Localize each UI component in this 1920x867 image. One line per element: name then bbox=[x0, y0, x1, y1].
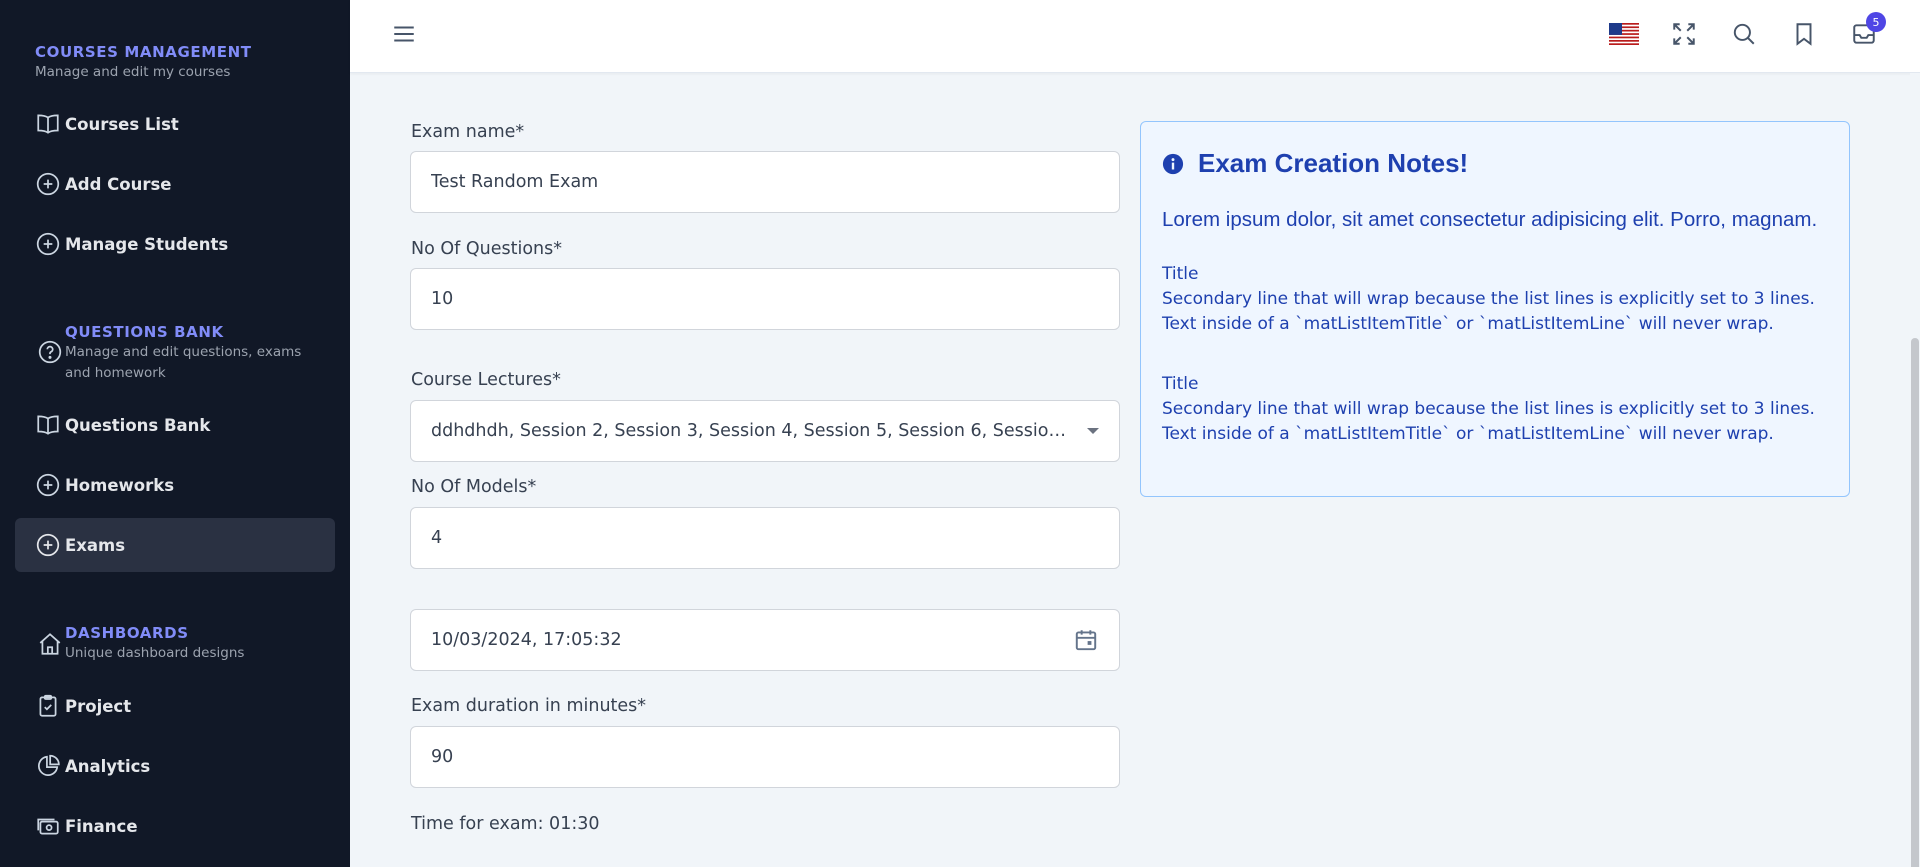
exam-duration-field[interactable] bbox=[410, 726, 1120, 788]
notes-header: Exam Creation Notes! bbox=[1162, 148, 1468, 179]
search-button[interactable] bbox=[1726, 18, 1762, 54]
top-bar: 5 bbox=[350, 0, 1920, 73]
no-of-questions-field[interactable] bbox=[410, 268, 1120, 330]
sidebar-item-label: Manage Students bbox=[65, 234, 229, 254]
list-item: Title Secondary line that will wrap beca… bbox=[1162, 372, 1815, 447]
no-of-models-input[interactable] bbox=[431, 528, 1099, 548]
sidebar-item-label: Add Course bbox=[65, 174, 172, 194]
clipboard-check-icon bbox=[35, 693, 61, 719]
group-title: COURSES MANAGEMENT bbox=[35, 43, 252, 61]
sidebar-item-courses-list[interactable]: Courses List bbox=[15, 97, 335, 151]
course-lectures-select[interactable]: ddhdhdh, Session 2, Session 3, Session 4… bbox=[410, 400, 1120, 462]
exam-name-label: Exam name* bbox=[411, 122, 525, 142]
menu-icon bbox=[391, 21, 417, 51]
list-item-line: Text inside of a `matListItemTitle` or `… bbox=[1162, 314, 1774, 334]
exam-name-input[interactable] bbox=[431, 172, 1099, 192]
sidebar-item-label: Courses List bbox=[65, 114, 179, 134]
us-flag-icon bbox=[1609, 23, 1639, 49]
course-lectures-label: Course Lectures* bbox=[411, 370, 561, 390]
group-dashboards: DASHBOARDS Unique dashboard designs bbox=[65, 623, 244, 664]
chevron-down-icon bbox=[1087, 428, 1099, 434]
home-icon bbox=[37, 631, 63, 657]
search-icon bbox=[1731, 21, 1757, 51]
notes-lead-text: Lorem ipsum dolor, sit amet consectetur … bbox=[1162, 208, 1818, 231]
exam-name-field[interactable] bbox=[410, 151, 1120, 213]
group-title: QUESTIONS BANK bbox=[65, 323, 224, 341]
question-circle-icon bbox=[37, 339, 63, 365]
sidebar-item-label: Exams bbox=[65, 535, 126, 555]
group-subtitle: and homework bbox=[65, 365, 166, 381]
course-lectures-value: ddhdhdh, Session 2, Session 3, Session 4… bbox=[431, 421, 1075, 441]
list-item-line: Text inside of a `matListItemTitle` or `… bbox=[1162, 424, 1774, 444]
notification-badge: 5 bbox=[1866, 12, 1886, 32]
exam-duration-input[interactable] bbox=[431, 747, 1099, 767]
messages-button[interactable]: 5 bbox=[1846, 12, 1886, 54]
calendar-icon[interactable] bbox=[1073, 627, 1099, 653]
group-title: DASHBOARDS bbox=[65, 624, 189, 642]
cash-icon bbox=[35, 813, 61, 839]
exam-creation-notes: Exam Creation Notes! Lorem ipsum dolor, … bbox=[1140, 121, 1850, 497]
group-subtitle: Manage and edit my courses bbox=[35, 64, 231, 80]
page-scrollbar[interactable] bbox=[1910, 73, 1920, 867]
list-item: Title Secondary line that will wrap beca… bbox=[1162, 262, 1815, 337]
scrollbar-thumb[interactable] bbox=[1911, 338, 1919, 867]
group-subtitle: Unique dashboard designs bbox=[65, 645, 245, 661]
no-of-models-field[interactable] bbox=[410, 507, 1120, 569]
list-item-title: Title bbox=[1162, 374, 1199, 394]
bookmark-icon bbox=[1791, 21, 1817, 51]
sidebar-item-exams[interactable]: Exams bbox=[15, 518, 335, 572]
plus-circle-icon bbox=[35, 171, 61, 197]
menu-button[interactable] bbox=[386, 18, 422, 54]
sidebar-item-add-course[interactable]: Add Course bbox=[15, 157, 335, 211]
sidebar-item-label: Project bbox=[65, 696, 132, 716]
time-for-exam-text: Time for exam: 01:30 bbox=[411, 814, 600, 834]
sidebar-item-manage-students[interactable]: Manage Students bbox=[15, 217, 335, 271]
notes-title: Exam Creation Notes! bbox=[1198, 148, 1469, 178]
group-courses-management: COURSES MANAGEMENT Manage and edit my co… bbox=[35, 42, 252, 83]
chart-pie-icon bbox=[35, 753, 61, 779]
exam-datetime-input[interactable] bbox=[431, 630, 1073, 650]
group-questions-bank: QUESTIONS BANK Manage and edit questions… bbox=[65, 322, 301, 384]
sidebar: COURSES MANAGEMENT Manage and edit my co… bbox=[0, 0, 350, 867]
plus-circle-icon bbox=[35, 532, 61, 558]
list-item-line: Secondary line that will wrap because th… bbox=[1162, 289, 1815, 309]
book-open-icon bbox=[35, 412, 61, 438]
sidebar-item-analytics[interactable]: Analytics bbox=[15, 739, 335, 793]
group-subtitle: Manage and edit questions, exams bbox=[65, 344, 302, 360]
sidebar-item-label: Analytics bbox=[65, 756, 151, 776]
plus-circle-icon bbox=[35, 472, 61, 498]
list-item-line: Secondary line that will wrap because th… bbox=[1162, 399, 1815, 419]
sidebar-item-finance[interactable]: Finance bbox=[15, 799, 335, 853]
exam-datetime-field[interactable] bbox=[410, 609, 1120, 671]
list-item-title: Title bbox=[1162, 264, 1199, 284]
plus-circle-icon bbox=[35, 231, 61, 257]
language-button[interactable] bbox=[1606, 18, 1642, 54]
sidebar-item-label: Homeworks bbox=[65, 475, 175, 495]
sidebar-item-questions-bank[interactable]: Questions Bank bbox=[15, 398, 335, 452]
exam-duration-label: Exam duration in minutes* bbox=[411, 696, 647, 716]
fullscreen-button[interactable] bbox=[1666, 18, 1702, 54]
sidebar-item-homeworks[interactable]: Homeworks bbox=[15, 458, 335, 512]
no-of-questions-label: No Of Questions* bbox=[411, 239, 562, 259]
sidebar-item-label: Questions Bank bbox=[65, 415, 211, 435]
bookmarks-button[interactable] bbox=[1786, 18, 1822, 54]
book-open-icon bbox=[35, 111, 61, 137]
no-of-models-label: No Of Models* bbox=[411, 477, 537, 497]
fullscreen-icon bbox=[1671, 21, 1697, 51]
info-icon bbox=[1162, 153, 1184, 175]
sidebar-item-project[interactable]: Project bbox=[15, 679, 335, 733]
sidebar-item-label: Finance bbox=[65, 816, 138, 836]
no-of-questions-input[interactable] bbox=[431, 289, 1099, 309]
